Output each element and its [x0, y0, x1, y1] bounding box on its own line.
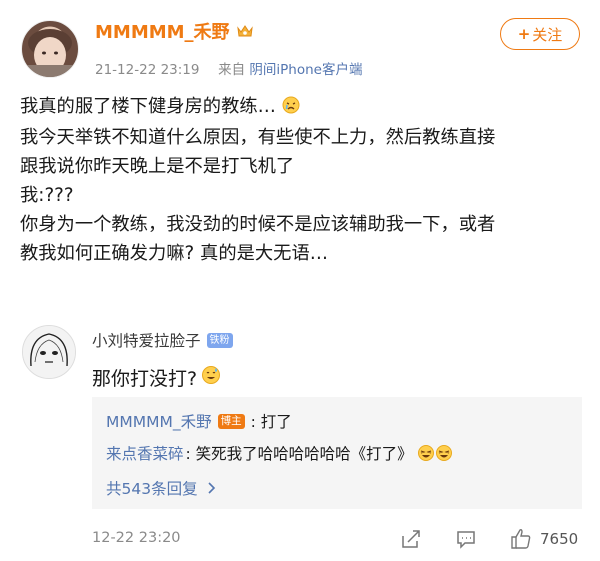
post-line: 我真的服了楼下健身房的教练… — [20, 92, 585, 123]
post-meta: 21-12-22 23:19 来自 阴间iPhone客户端 — [95, 58, 362, 78]
reply-list: MMMMM_禾野 博主 : 打了 来点香菜碎 : 笑死我了哈哈哈哈哈哈《打了》 … — [92, 397, 582, 509]
follow-button[interactable]: + 关注 — [500, 18, 580, 50]
post-line: 我:??? — [20, 185, 74, 206]
commenter-name-text[interactable]: 小刘特爱拉脸子 — [92, 329, 201, 351]
post-line: 我今天举铁不知道什么原因，有些使不上力，然后教练直接 — [20, 127, 496, 148]
follow-label: 关注 — [532, 25, 563, 44]
fan-badge: 铁粉 — [206, 332, 233, 348]
post-line-text: 我真的服了楼下健身房的教练… — [20, 96, 276, 117]
like-count: 7650 — [540, 530, 579, 548]
comment-time: 12-22 23:20 — [92, 530, 181, 546]
like-icon[interactable] — [510, 528, 532, 550]
author-name[interactable]: MMMMM_禾野 — [95, 18, 254, 44]
reply-item[interactable]: MMMMM_禾野 博主 : 打了 — [106, 410, 292, 432]
sweat-smile-emoji-icon — [201, 365, 221, 390]
post-body: 我真的服了楼下健身房的教练… 我今天举铁不知道什么原因，有些使不上力，然后教练直… — [20, 92, 585, 268]
share-icon[interactable] — [400, 528, 422, 550]
more-replies-link[interactable]: 共543条回复 — [106, 477, 216, 499]
reply-author[interactable]: 来点香菜碎 — [106, 442, 184, 464]
reply-author[interactable]: MMMMM_禾野 — [106, 410, 212, 432]
crown-badge-icon — [236, 23, 254, 39]
post-source[interactable]: 阴间iPhone客户端 — [249, 62, 362, 78]
crying-emoji-icon — [282, 94, 300, 123]
reply-text: : 打了 — [250, 413, 292, 431]
chevron-right-icon — [208, 482, 216, 494]
author-name-text[interactable]: MMMMM_禾野 — [95, 18, 230, 44]
commenter-avatar[interactable] — [22, 325, 76, 379]
more-replies-text[interactable]: 共543条回复 — [106, 477, 198, 499]
reply-text: : 笑死我了哈哈哈哈哈哈《打了》 — [185, 445, 413, 463]
host-badge: 博主 — [217, 413, 245, 429]
commenter-name[interactable]: 小刘特爱拉脸子 铁粉 — [92, 329, 233, 351]
comment-text: 那你打没打? — [92, 364, 221, 391]
post-line: 你身为一个教练，我没劲的时候不是应该辅助我一下，或者 — [20, 214, 496, 235]
post-time: 21-12-22 23:19 — [95, 62, 200, 78]
comment-icon[interactable] — [455, 528, 477, 550]
post-line: 教我如何正确发力嘛? 真的是大无语… — [20, 243, 329, 264]
source-prefix: 来自 — [218, 62, 246, 78]
author-avatar[interactable] — [21, 20, 79, 78]
laugh-emoji-icon — [417, 444, 453, 462]
comment-text-content: 那你打没打? — [92, 368, 198, 390]
post-line: 跟我说你昨天晚上是不是打飞机了 — [20, 156, 295, 177]
plus-icon: + — [517, 25, 531, 43]
reply-item[interactable]: 来点香菜碎 : 笑死我了哈哈哈哈哈哈《打了》 — [106, 442, 453, 464]
